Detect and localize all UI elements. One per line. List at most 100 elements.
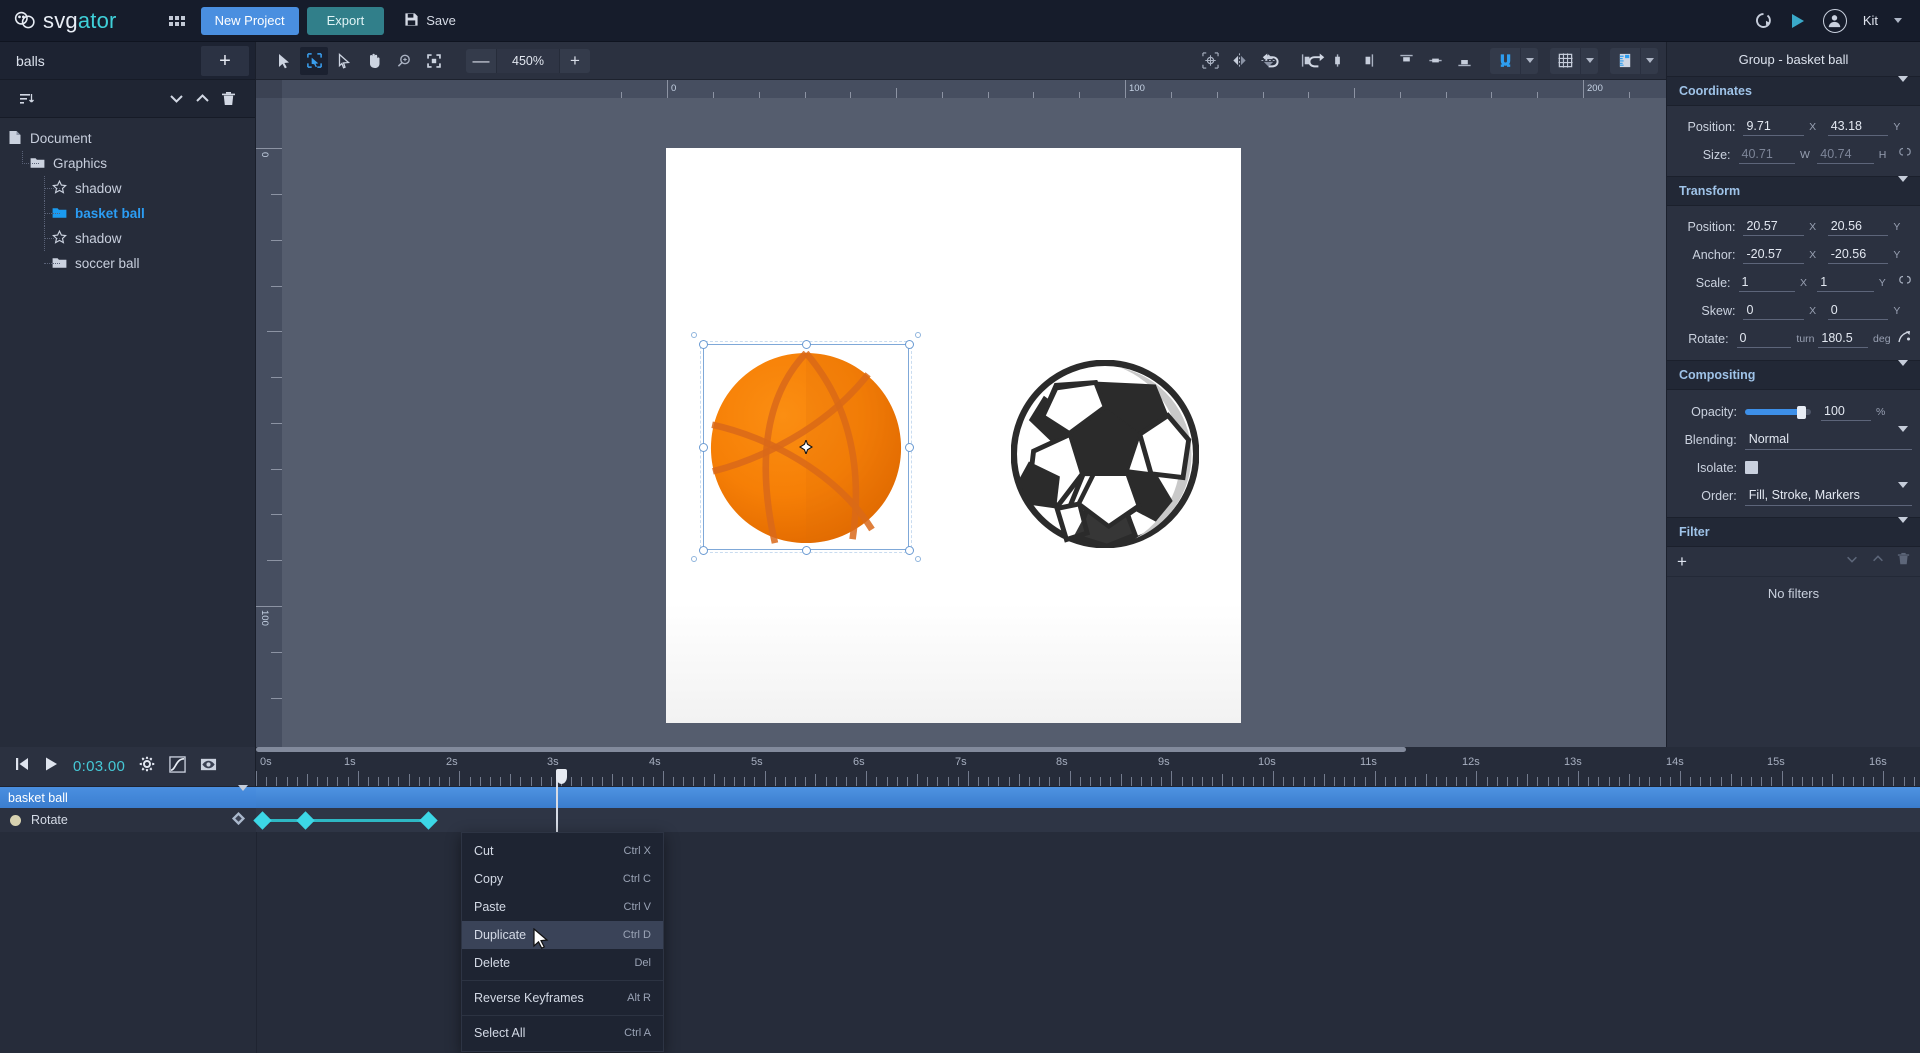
user-name[interactable]: Kit [1863, 13, 1878, 28]
context-menu-item-cut[interactable]: Cut Ctrl X [462, 837, 663, 865]
sort-layers-icon[interactable] [14, 86, 40, 112]
play-icon[interactable] [44, 756, 59, 777]
blending-chevron-down-icon[interactable] [1898, 426, 1908, 446]
zoom-out-button[interactable]: — [466, 49, 496, 73]
rotate-anchor-icon[interactable] [1897, 329, 1912, 349]
transform-chevron-down-icon[interactable] [1898, 176, 1908, 200]
tree-item-shadow-1[interactable]: shadow [0, 176, 255, 201]
transform-skew-x-input[interactable]: 0 [1743, 301, 1805, 320]
timeline-keyframe-track[interactable] [253, 808, 1920, 832]
canvas-viewport[interactable] [282, 98, 1666, 747]
add-filter-button[interactable]: + [1677, 552, 1687, 572]
ruler-icon[interactable] [1610, 48, 1640, 74]
opacity-slider[interactable] [1745, 405, 1821, 419]
add-layer-button[interactable]: + [201, 45, 249, 76]
filter-move-up-icon[interactable] [1871, 552, 1885, 571]
context-menu-item-delete[interactable]: Delete Del [462, 949, 663, 977]
avatar[interactable] [1822, 8, 1847, 33]
timeline-layer-bar[interactable] [256, 787, 1920, 808]
timeline-ruler[interactable]: 0s 1s 2s 3s 4s 5s 6s 7s 8s 9s 10s 11s 12… [256, 747, 1920, 787]
keyframe-2s[interactable] [419, 811, 438, 830]
context-menu-item-paste[interactable]: Paste Ctrl V [462, 893, 663, 921]
selection-handle-ml[interactable] [698, 442, 708, 452]
selection-handle-br[interactable] [904, 545, 914, 555]
transform-box-icon[interactable] [300, 46, 328, 75]
layer-select-chevron-down-icon[interactable] [238, 784, 248, 805]
move-layer-up-icon[interactable] [189, 86, 215, 112]
selection-handle-tc[interactable] [801, 339, 811, 349]
selection-handle-bl[interactable] [698, 545, 708, 555]
current-time-display[interactable]: 0:03.00 [73, 758, 125, 775]
tree-item-shadow-2[interactable]: shadow [0, 226, 255, 251]
rotation-handle-bl[interactable] [691, 556, 697, 562]
rotation-handle-tl[interactable] [691, 332, 697, 338]
grid-chevron-down-icon[interactable] [1580, 47, 1598, 74]
align-right-icon[interactable] [1352, 47, 1380, 75]
transform-rotate-turn-input[interactable]: 0 [1736, 329, 1792, 348]
transform-position-x-input[interactable]: 20.57 [1743, 217, 1805, 236]
timeline-layer-selector[interactable]: basket ball [0, 784, 256, 808]
flip-horizontal-icon[interactable] [1225, 47, 1253, 75]
selection-handle-tr[interactable] [904, 339, 914, 349]
isolate-checkbox[interactable] [1745, 461, 1758, 474]
scale-link-icon[interactable] [1898, 273, 1912, 292]
transform-scale-x-input[interactable]: 1 [1738, 273, 1796, 292]
coordinates-chevron-down-icon[interactable] [1898, 76, 1908, 100]
selection-handle-tl[interactable] [698, 339, 708, 349]
tree-item-graphics[interactable]: Graphics [0, 151, 255, 176]
vertical-ruler[interactable]: 0 100 [256, 98, 282, 747]
coord-position-x-input[interactable]: 9.71 [1743, 117, 1805, 136]
zoom-in-button[interactable]: + [560, 49, 590, 73]
keyframe-0s[interactable] [253, 811, 272, 830]
select-arrow-icon[interactable] [270, 47, 298, 75]
snap-chevron-down-icon[interactable] [1520, 47, 1538, 74]
selection-handle-bc[interactable] [801, 545, 811, 555]
flip-vertical-icon[interactable] [1254, 47, 1282, 75]
soccerball-shape[interactable] [1011, 360, 1199, 548]
artboard[interactable] [666, 148, 1241, 723]
size-link-icon[interactable] [1898, 145, 1912, 164]
export-button[interactable]: Export [306, 6, 385, 35]
preview-play-icon[interactable] [1789, 12, 1807, 30]
onion-skin-icon[interactable] [200, 756, 217, 778]
blending-select[interactable]: Normal [1744, 426, 1912, 450]
context-menu-item-copy[interactable]: Copy Ctrl C [462, 865, 663, 893]
tree-item-soccer-ball[interactable]: soccer ball [0, 251, 255, 276]
context-menu-item-select-all[interactable]: Select All Ctrl A [462, 1019, 663, 1047]
ruler-chevron-down-icon[interactable] [1640, 47, 1658, 74]
coord-position-y-input[interactable]: 43.18 [1827, 117, 1889, 136]
align-center-h-icon[interactable] [1323, 47, 1351, 75]
coord-size-w-input[interactable]: 40.71 [1738, 145, 1796, 164]
opacity-value-input[interactable]: 100 [1821, 402, 1871, 421]
animation-settings-icon[interactable] [1754, 11, 1773, 30]
easing-icon[interactable] [169, 755, 186, 778]
rotation-handle-br[interactable] [915, 556, 921, 562]
fit-selection-icon[interactable] [420, 47, 448, 75]
node-edit-icon[interactable] [330, 47, 358, 75]
zoom-level-value[interactable]: 450% [496, 48, 560, 73]
opacity-slider-knob[interactable] [1797, 405, 1806, 419]
filter-move-down-icon[interactable] [1845, 552, 1859, 571]
order-chevron-down-icon[interactable] [1898, 482, 1908, 502]
order-select[interactable]: Fill, Stroke, Markers [1744, 482, 1912, 506]
transform-position-y-input[interactable]: 20.56 [1827, 217, 1889, 236]
section-header-coordinates[interactable]: Coordinates [1667, 76, 1920, 106]
align-top-icon[interactable] [1392, 47, 1420, 75]
filter-chevron-down-icon[interactable] [1898, 517, 1908, 541]
rotation-handle-tr[interactable] [915, 332, 921, 338]
tree-item-basket-ball[interactable]: basket ball [0, 201, 255, 226]
delete-layer-icon[interactable] [215, 86, 241, 112]
anchor-point-icon[interactable] [798, 438, 814, 456]
apps-grid-icon[interactable] [168, 15, 185, 26]
add-keyframe-icon[interactable] [231, 811, 246, 829]
section-header-filter[interactable]: Filter [1667, 517, 1920, 547]
new-project-button[interactable]: New Project [200, 6, 299, 35]
skip-start-icon[interactable] [14, 756, 30, 777]
playhead-handle[interactable] [556, 769, 567, 784]
align-bottom-icon[interactable] [1450, 47, 1478, 75]
transform-scale-y-input[interactable]: 1 [1817, 273, 1874, 292]
tree-item-document[interactable]: Document [0, 126, 255, 151]
coord-size-h-input[interactable]: 40.74 [1817, 145, 1874, 164]
filter-delete-icon[interactable] [1897, 552, 1910, 571]
transform-rotate-deg-input[interactable]: 180.5 [1818, 329, 1869, 348]
